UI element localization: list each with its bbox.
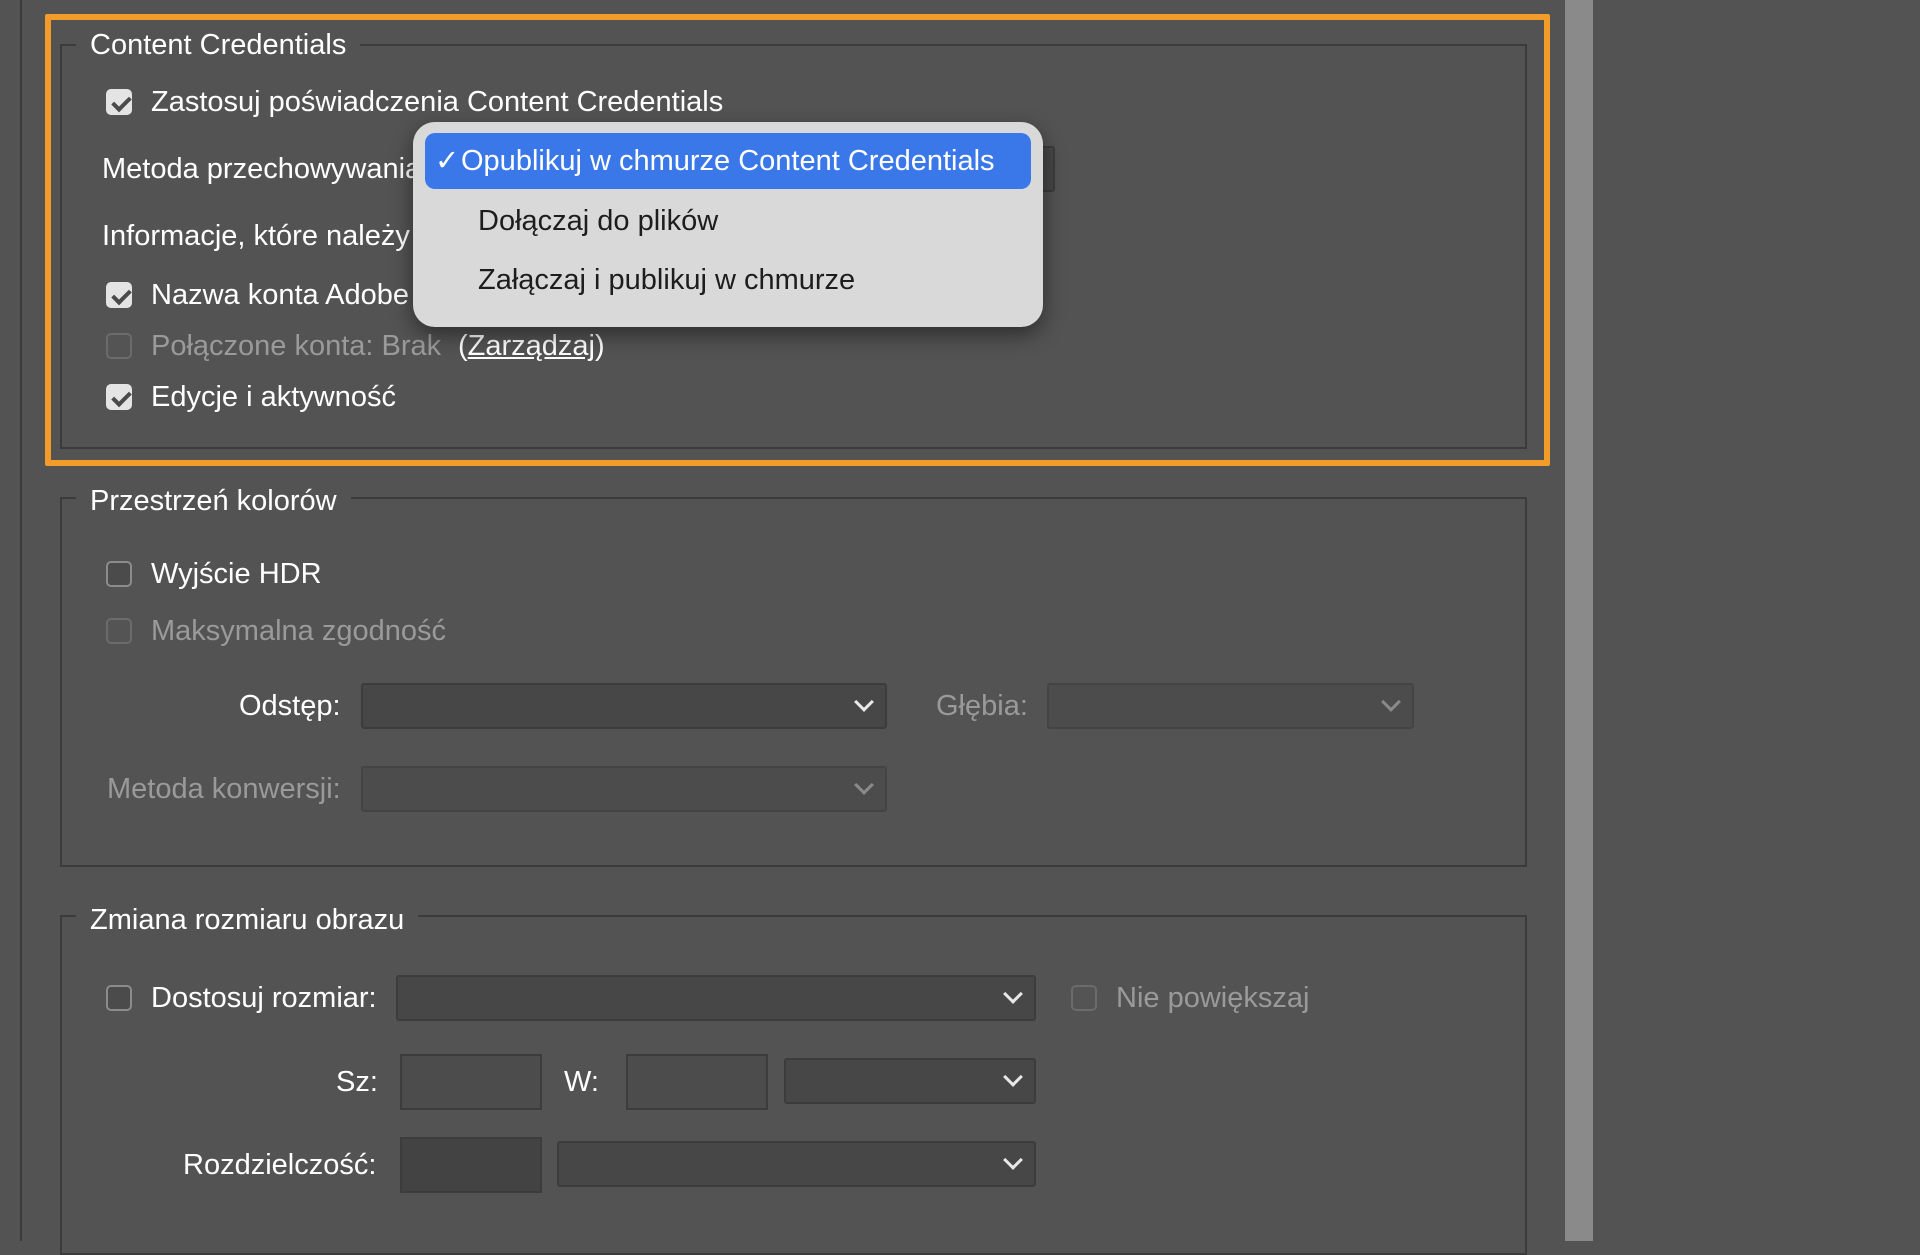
width-label: Sz: — [336, 1066, 378, 1098]
resolution-label: Rozdzielczość: — [183, 1149, 377, 1181]
scrollbar[interactable] — [1565, 0, 1593, 1241]
depth-select[interactable] — [1047, 683, 1414, 729]
menu-item-attach-publish[interactable]: Załączaj i publikuj w chmurze — [425, 252, 1031, 308]
chevron-down-icon — [854, 692, 874, 712]
width-input[interactable] — [400, 1054, 542, 1110]
conversion-method-select[interactable] — [361, 766, 887, 812]
resize-legend: Zmiana rozmiaru obrazu — [76, 903, 419, 937]
chevron-down-icon — [1003, 984, 1023, 1004]
resolution-unit-select[interactable] — [557, 1141, 1036, 1187]
spacing-select[interactable] — [361, 683, 887, 729]
depth-label: Głębia: — [936, 690, 1028, 722]
height-input[interactable] — [626, 1054, 768, 1110]
left-border — [0, 0, 22, 1241]
right-pane — [1593, 0, 1920, 1241]
chevron-down-icon — [1003, 1067, 1023, 1087]
checkmark-icon: ✓ — [435, 145, 460, 177]
no-enlarge-checkbox[interactable] — [1071, 985, 1097, 1011]
chevron-down-icon — [1381, 692, 1401, 712]
menu-item-publish-cloud[interactable]: ✓ Opublikuj w chmurze Content Credential… — [425, 133, 1031, 189]
fit-size-label: Dostosuj rozmiar: — [151, 982, 377, 1014]
color-space-legend: Przestrzeń kolorów — [76, 484, 351, 518]
fit-size-select[interactable] — [396, 975, 1036, 1021]
no-enlarge-label: Nie powiększaj — [1116, 982, 1310, 1014]
chevron-down-icon — [1003, 1150, 1023, 1170]
max-compat-label: Maksymalna zgodność — [151, 615, 446, 647]
menu-item-label: Opublikuj w chmurze Content Credentials — [461, 145, 995, 177]
menu-item-label: Dołączaj do plików — [478, 205, 719, 237]
menu-item-label: Załączaj i publikuj w chmurze — [478, 264, 856, 296]
chevron-down-icon — [854, 775, 874, 795]
conversion-method-label: Metoda konwersji: — [107, 773, 341, 805]
hdr-output-label: Wyjście HDR — [151, 558, 322, 590]
max-compat-checkbox[interactable] — [106, 618, 132, 644]
height-label: W: — [564, 1066, 599, 1098]
resolution-input[interactable] — [400, 1137, 542, 1193]
hdr-output-checkbox[interactable] — [106, 561, 132, 587]
spacing-label: Odstęp: — [239, 690, 341, 722]
unit-select[interactable] — [784, 1058, 1036, 1104]
menu-item-attach-files[interactable]: Dołączaj do plików — [425, 193, 1031, 249]
storage-method-menu: ✓ Opublikuj w chmurze Content Credential… — [413, 122, 1043, 327]
fit-size-checkbox[interactable] — [106, 985, 132, 1011]
